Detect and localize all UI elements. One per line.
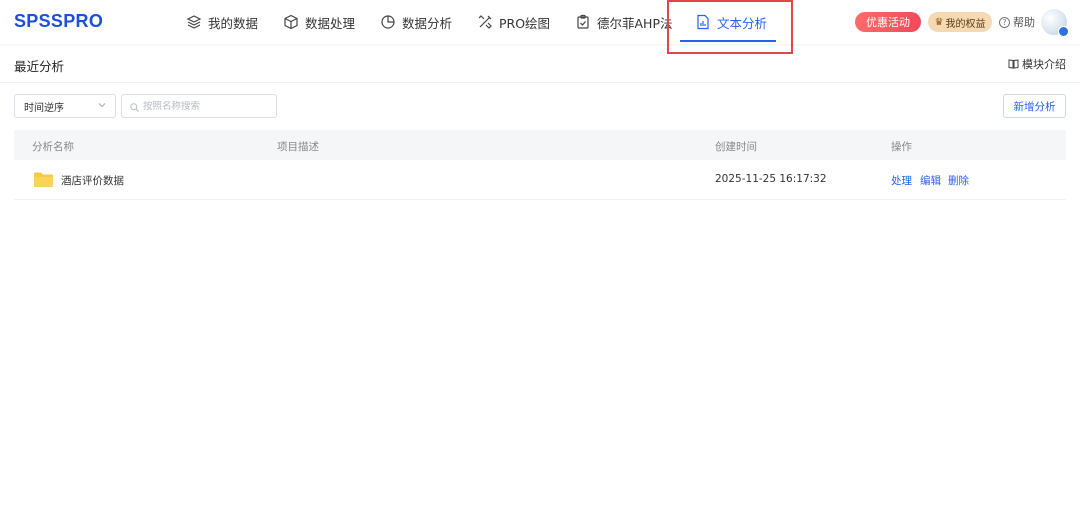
- nav-label: 我的数据: [208, 15, 259, 31]
- search-box: [121, 94, 277, 118]
- sort-order-select[interactable]: 时间逆序: [14, 94, 116, 118]
- nav-label: 德尔菲AHP法: [597, 15, 673, 31]
- module-intro-label: 模块介绍: [1022, 58, 1066, 71]
- nav-pro-drawing[interactable]: PRO绘图: [477, 0, 550, 44]
- avatar-badge-icon: [1058, 26, 1069, 37]
- column-header-created[interactable]: 创建时间: [715, 139, 757, 154]
- document-chart-icon: [695, 14, 711, 30]
- cube-icon: [283, 14, 299, 30]
- add-analysis-button[interactable]: 新增分析: [1003, 94, 1066, 118]
- module-intro-link[interactable]: 模块介绍: [1008, 56, 1066, 72]
- app-logo[interactable]: SPSSPRO: [14, 11, 103, 32]
- delete-button[interactable]: 删除: [948, 173, 969, 188]
- nav-label: 文本分析: [717, 15, 768, 31]
- sort-order-value: 时间逆序: [24, 102, 64, 114]
- nav-data-processing[interactable]: 数据处理: [283, 0, 355, 44]
- my-rights-button[interactable]: ♛ 我的权益: [928, 12, 992, 32]
- created-time: 2025-11-25 16:17:32: [715, 173, 827, 185]
- analysis-name[interactable]: 酒店评价数据: [61, 173, 124, 188]
- table-header: 分析名称 项目描述 创建时间 操作: [14, 130, 1066, 160]
- nav-text-analysis[interactable]: 文本分析: [680, 0, 776, 44]
- layers-icon: [186, 14, 202, 30]
- edit-button[interactable]: 编辑: [920, 173, 941, 188]
- book-icon: [1008, 59, 1019, 69]
- search-input[interactable]: [143, 100, 273, 112]
- nav-label: 数据分析: [402, 15, 453, 31]
- promotions-button[interactable]: 优惠活动: [855, 12, 921, 32]
- help-label: 帮助: [1013, 16, 1035, 29]
- crown-icon: ♛: [934, 16, 944, 28]
- user-avatar[interactable]: [1041, 9, 1069, 37]
- column-header-description: 项目描述: [277, 141, 319, 153]
- folder-icon: [33, 171, 54, 188]
- column-header-name[interactable]: 分析名称: [32, 139, 74, 154]
- help-link[interactable]: ? 帮助: [999, 14, 1035, 30]
- question-icon: ?: [999, 16, 1010, 28]
- nav-delphi-ahp[interactable]: 德尔菲AHP法: [575, 0, 673, 44]
- nav-label: 数据处理: [305, 15, 356, 31]
- drawing-tools-icon: [477, 14, 493, 30]
- nav-data-analysis[interactable]: 数据分析: [380, 0, 452, 44]
- clipboard-check-icon: [575, 14, 591, 30]
- page-header: 最近分析 模块介绍: [0, 44, 1080, 83]
- column-header-actions: 操作: [891, 141, 912, 153]
- nav-my-data[interactable]: 我的数据: [186, 0, 258, 44]
- chevron-down-icon: [98, 101, 106, 109]
- my-rights-label: 我的权益: [945, 18, 986, 30]
- search-icon: [130, 97, 139, 116]
- page-title: 最近分析: [14, 59, 65, 74]
- process-button[interactable]: 处理: [891, 173, 912, 188]
- active-tab-indicator: [680, 40, 776, 42]
- pie-chart-icon: [380, 14, 396, 30]
- nav-label: PRO绘图: [499, 15, 551, 31]
- table-row[interactable]: 酒店评价数据 2025-11-25 16:17:32 处理 编辑 删除: [14, 160, 1066, 200]
- top-navigation-bar: SPSSPRO 我的数据 数据处理 数据分析 PRO绘图 德尔菲AHP法 文本分…: [0, 0, 1080, 44]
